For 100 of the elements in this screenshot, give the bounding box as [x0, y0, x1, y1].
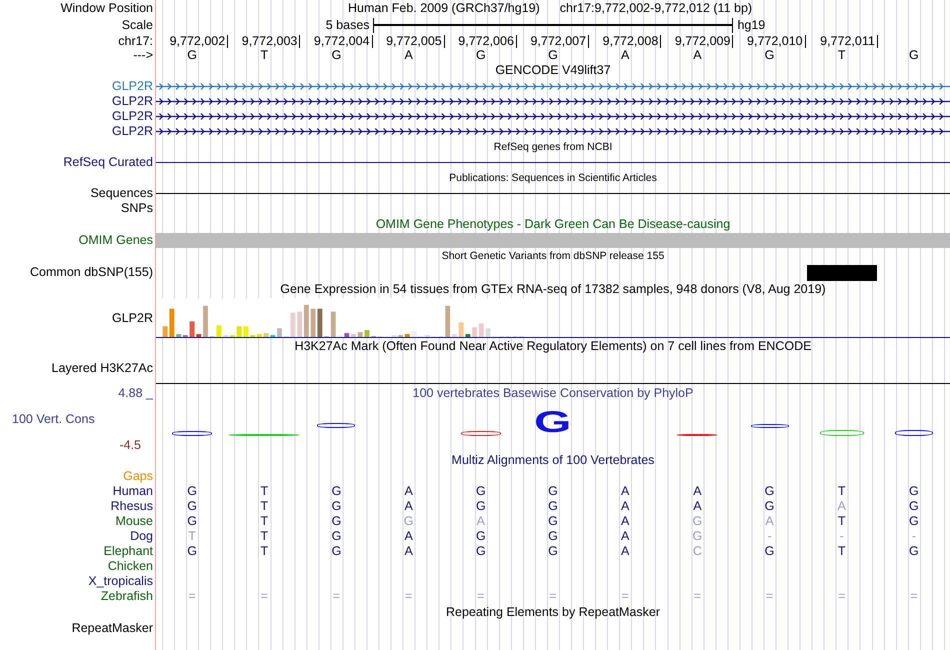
track-label[interactable]: Layered H3K27Ac: [52, 361, 153, 376]
alignment-base: =: [692, 589, 702, 604]
assembly-label: hg19: [736, 18, 766, 32]
conservation-mark: [460, 431, 501, 436]
gene-label[interactable]: GLP2R: [112, 94, 153, 109]
alignment-base: G: [474, 484, 487, 499]
alignment-base: G: [186, 514, 198, 529]
alignment-base: G: [330, 529, 342, 544]
coordinate-label: 9,772,007: [516, 34, 590, 48]
base-letter: A: [692, 48, 703, 63]
base-letter: G: [547, 48, 559, 63]
alignment-base: =: [404, 589, 414, 604]
base-letter: T: [836, 48, 847, 63]
species-label[interactable]: Elephant: [104, 544, 153, 559]
base-letter: G: [330, 48, 342, 63]
alignment-base: -: [838, 529, 845, 544]
conservation-mark: [317, 423, 356, 428]
track-title: RefSeq genes from NCBI: [492, 140, 614, 154]
alignment-base: A: [620, 499, 630, 514]
axis-min-label: -4.5: [119, 438, 142, 452]
alignment-base: G: [547, 544, 559, 559]
alignment-base: A: [620, 514, 630, 529]
coordinate-label: 9,772,002: [156, 34, 228, 48]
alignment-base: T: [259, 529, 270, 544]
alignment-base: A: [692, 484, 703, 499]
alignment-base: G: [908, 499, 920, 514]
coordinate-label: 9,772,008: [589, 34, 662, 48]
position-text: chr17:9,772,002-9,772,012 (11 bp): [560, 1, 752, 16]
base-letter: G: [908, 48, 920, 63]
alignment-base: G: [908, 484, 920, 499]
alignment-base: G: [186, 499, 198, 514]
alignment-base: G: [474, 499, 487, 514]
species-label[interactable]: Mouse: [115, 514, 153, 529]
track-title: Multiz Alignments of 100 Vertebrates: [450, 453, 656, 468]
track-title: Short Genetic Variants from dbSNP release 155: [440, 250, 666, 262]
alignment-base: A: [476, 514, 486, 529]
alignment-base: A: [620, 544, 630, 559]
alignment-base: =: [476, 589, 486, 604]
coordinate-label: 9,772,009: [661, 34, 734, 48]
gene-label[interactable]: GLP2R: [112, 310, 153, 326]
track-title: OMIM Gene Phenotypes - Dark Green Can Be Disease-causing: [374, 217, 732, 232]
track-label[interactable]: Sequences: [90, 186, 153, 201]
track-label[interactable]: RepeatMasker: [72, 621, 153, 636]
alignment-base: =: [548, 589, 558, 604]
alignment-base: A: [692, 499, 703, 514]
alignment-base: A: [764, 514, 775, 529]
track-title: GENCODE V49lift37: [494, 63, 612, 78]
alignment-base: T: [259, 499, 270, 514]
conservation-mark: [229, 434, 300, 436]
alignment-base: C: [692, 544, 703, 559]
alignment-base: T: [836, 514, 847, 529]
track-label[interactable]: OMIM Genes: [78, 233, 153, 248]
alignment-base: G: [764, 544, 776, 559]
conservation-mark: [820, 430, 864, 436]
gene-label[interactable]: GLP2R: [112, 109, 153, 124]
gene-label[interactable]: GLP2R: [112, 124, 153, 139]
track-label[interactable]: SNPs: [121, 201, 153, 216]
alignment-base: G: [908, 514, 920, 529]
alignment-base: G: [330, 514, 342, 529]
scale-text: 5 bases: [324, 18, 371, 32]
alignment-base: A: [620, 484, 630, 499]
alignment-base: -: [910, 529, 917, 544]
alignment-base: A: [836, 499, 847, 514]
alignment-base: G: [186, 544, 198, 559]
alignment-base: =: [837, 589, 846, 604]
alignment-base: A: [403, 544, 414, 559]
coordinate-label: 9,772,003: [228, 34, 300, 48]
species-label[interactable]: Rhesus: [110, 499, 153, 514]
assembly-title: Human Feb. 2009 (GRCh37/hg19): [348, 1, 540, 16]
alignment-base: G: [474, 529, 487, 544]
species-label[interactable]: Human: [112, 484, 153, 499]
alignment-base: T: [836, 484, 847, 499]
track-title: 100 vertebrates Basewise Conservation by PhyloP: [412, 385, 694, 400]
alignment-base: -: [766, 529, 773, 544]
alignment-base: G: [330, 499, 342, 514]
alignment-base: A: [620, 529, 630, 544]
coordinate-label: 9,772,010: [733, 34, 806, 48]
gene-label[interactable]: GLP2R: [112, 79, 153, 94]
track-label[interactable]: Common dbSNP(155): [30, 265, 153, 280]
track-title: H3K27Ac Mark (Often Found Near Active Regulatory Elements) on 7 cell lines from ENCODE: [294, 339, 812, 354]
track-title: Publications: Sequences in Scientific Articles: [448, 172, 658, 184]
species-label[interactable]: Chicken: [108, 559, 153, 574]
track-label[interactable]: 100 Vert. Cons: [0, 412, 95, 426]
alignment-base: T: [259, 484, 270, 499]
alignment-base: G: [330, 544, 342, 559]
track-title: Repeating Elements by RepeatMasker: [444, 605, 661, 620]
conservation-letter: G: [534, 412, 572, 434]
alignment-base: G: [402, 514, 414, 529]
species-label[interactable]: X_tropicalis: [88, 574, 153, 589]
alignment-base: =: [332, 589, 342, 604]
alignment-base: A: [403, 499, 414, 514]
alignment-base: A: [403, 529, 414, 544]
axis-max-label: 4.88 _: [118, 386, 153, 400]
base-letter: G: [186, 48, 198, 63]
track-label[interactable]: RefSeq Curated: [63, 155, 153, 170]
species-label[interactable]: Dog: [130, 529, 153, 544]
alignment-base: T: [259, 514, 270, 529]
strand-label[interactable]: --->: [133, 48, 153, 63]
alignment-base: =: [260, 589, 269, 604]
species-label[interactable]: Zebrafish: [100, 589, 153, 604]
